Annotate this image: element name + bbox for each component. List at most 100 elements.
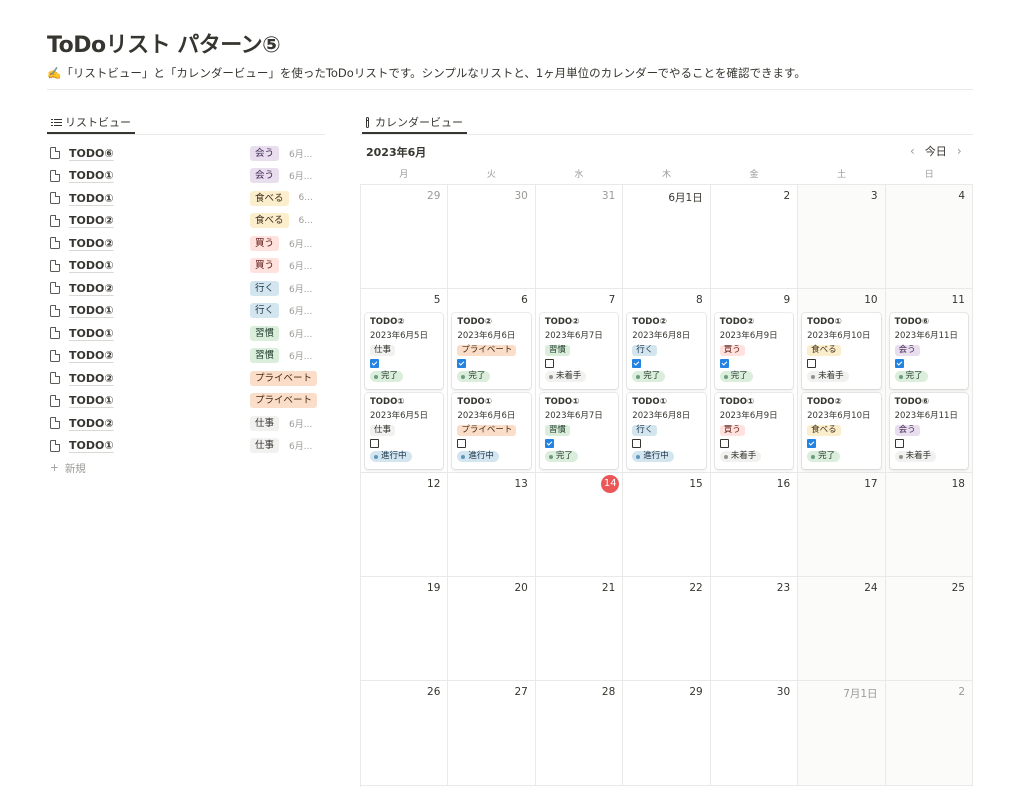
calendar-day-cell[interactable]: 17	[798, 473, 886, 577]
calendar-card[interactable]: TODO① 2023年6月10日 食べる 未着手	[802, 313, 881, 389]
checkbox[interactable]	[370, 359, 379, 368]
list-item-title[interactable]: TODO①	[69, 394, 114, 407]
calendar-day-cell[interactable]: 2	[885, 681, 973, 786]
checkbox[interactable]	[632, 359, 642, 368]
list-item-title[interactable]: TODO①	[69, 327, 114, 340]
calendar-day-cell[interactable]: 6月1日	[623, 185, 711, 289]
chevron-right-icon[interactable]: ›	[957, 144, 962, 158]
list-item-title[interactable]: TODO②	[69, 372, 114, 385]
calendar-card[interactable]: TODO② 2023年6月10日 食べる 完了	[802, 393, 881, 469]
calendar-day-cell[interactable]: 9 TODO② 2023年6月9日 買う 完了 TODO① 2023年6月9日 買う 未着手	[710, 289, 799, 473]
list-item[interactable]: TODO① プライベート	[47, 390, 325, 413]
calendar-day-cell[interactable]: 13	[448, 473, 536, 577]
list-item-title[interactable]: TODO①	[69, 169, 114, 182]
calendar-day-cell[interactable]: 7 TODO② 2023年6月7日 習慣 未着手 TODO① 2023年6月7日 習慣 完了	[535, 289, 624, 473]
checkbox[interactable]	[632, 439, 642, 448]
list-item-title[interactable]: TODO②	[69, 417, 114, 430]
calendar-day-cell[interactable]: 30	[448, 185, 536, 289]
calendar-day-cell[interactable]: 24	[798, 577, 886, 681]
calendar-day-cell[interactable]: 8 TODO② 2023年6月8日 行く 完了 TODO① 2023年6月8日 行く 進行中	[623, 289, 711, 473]
list-item[interactable]: TODO② 習慣 6月...	[47, 345, 325, 368]
tab-list-view[interactable]: リストビュー	[47, 112, 135, 134]
list-item[interactable]: TODO② プライベート	[47, 367, 325, 390]
calendar-card[interactable]: TODO⑥ 2023年6月11日 会う 完了	[889, 313, 968, 389]
calendar-day-cell[interactable]: 5 TODO② 2023年6月5日 仕事 完了 TODO① 2023年6月5日 仕事 進行中	[361, 289, 449, 473]
calendar-day-cell[interactable]: 19	[361, 577, 449, 681]
tag-badge: 仕事	[250, 415, 280, 431]
calendar-day-cell[interactable]: 30	[710, 681, 799, 786]
calendar-day-cell[interactable]: 29	[623, 681, 711, 786]
calendar-day-cell[interactable]: 26	[361, 681, 449, 786]
calendar-day-cell[interactable]: 16	[710, 473, 799, 577]
calendar-card[interactable]: TODO② 2023年6月9日 買う 完了	[714, 313, 794, 389]
calendar-day-cell[interactable]: 29	[361, 185, 449, 289]
calendar-card[interactable]: TODO② 2023年6月8日 行く 完了	[627, 313, 706, 389]
calendar-day-cell[interactable]: 18	[885, 473, 973, 577]
today-button[interactable]: 今日	[925, 143, 947, 159]
calendar-card[interactable]: TODO⑥ 2023年6月11日 会う 未着手	[889, 393, 968, 469]
list-item-title[interactable]: TODO⑥	[69, 147, 114, 160]
calendar-card[interactable]: TODO① 2023年6月5日 仕事 進行中	[365, 393, 444, 469]
calendar-card[interactable]: TODO① 2023年6月6日 プライベート 進行中	[452, 393, 531, 469]
list-item-title[interactable]: TODO②	[69, 237, 114, 250]
list-item[interactable]: TODO① 買う 6月...	[47, 255, 325, 278]
checkbox[interactable]	[807, 359, 817, 368]
list-item-title[interactable]: TODO①	[69, 259, 114, 272]
calendar-day-cell[interactable]: 21	[535, 577, 624, 681]
calendar-day-cell[interactable]: 23	[710, 577, 799, 681]
calendar-card[interactable]: TODO① 2023年6月7日 習慣 完了	[539, 393, 619, 469]
calendar-day-cell[interactable]: 11 TODO⑥ 2023年6月11日 会う 完了 TODO⑥ 2023年6月11日 会う 未着…	[885, 289, 973, 473]
list-item[interactable]: TODO② 買う 6月...	[47, 232, 325, 255]
new-item-button[interactable]: + 新規	[47, 457, 325, 479]
chevron-left-icon[interactable]: ‹	[910, 144, 915, 158]
list-item[interactable]: TODO① 仕事 6月...	[47, 435, 325, 458]
calendar-day-cell[interactable]: 3	[798, 185, 886, 289]
list-item[interactable]: TODO① 行く 6月...	[47, 300, 325, 323]
calendar-card[interactable]: TODO② 2023年6月7日 習慣 未着手	[539, 313, 619, 389]
calendar-day-cell[interactable]: 25	[885, 577, 973, 681]
checkbox[interactable]	[719, 359, 729, 368]
calendar-day-cell[interactable]: 4	[885, 185, 973, 289]
checkbox[interactable]	[894, 439, 904, 448]
list-item[interactable]: TODO② 食べる 6...	[47, 210, 325, 233]
list-item[interactable]: TODO① 習慣 6月...	[47, 322, 325, 345]
calendar-day-cell[interactable]: 27	[448, 681, 536, 786]
checkbox[interactable]	[544, 359, 554, 368]
list-item[interactable]: TODO② 仕事 6月...	[47, 412, 325, 435]
list-item[interactable]: TODO① 食べる 6...	[47, 187, 325, 210]
checkbox[interactable]	[807, 439, 817, 448]
calendar-day-cell[interactable]: 31	[535, 185, 624, 289]
checkbox[interactable]	[457, 359, 467, 368]
list-item-title[interactable]: TODO①	[69, 192, 114, 205]
list-item-title[interactable]: TODO②	[69, 214, 114, 227]
calendar-day-cell[interactable]: 10 TODO① 2023年6月10日 食べる 未着手 TODO② 2023年6月10日 食べ…	[798, 289, 886, 473]
calendar-card[interactable]: TODO② 2023年6月5日 仕事 完了	[365, 313, 444, 389]
calendar-day-cell[interactable]: 28	[535, 681, 624, 786]
calendar-day-cell[interactable]: 20	[448, 577, 536, 681]
calendar-day-cell[interactable]: 15	[623, 473, 711, 577]
calendar-day-cell[interactable]: 14	[535, 473, 624, 577]
calendar-card[interactable]: TODO② 2023年6月6日 プライベート 完了	[452, 313, 531, 389]
list-item-title[interactable]: TODO①	[69, 439, 114, 452]
list-item-title[interactable]: TODO②	[69, 349, 114, 362]
checkbox[interactable]	[544, 439, 554, 448]
tag-badge: 会う	[250, 168, 280, 184]
list-item-title[interactable]: TODO①	[69, 304, 114, 317]
calendar-card[interactable]: TODO① 2023年6月9日 買う 未着手	[714, 393, 794, 469]
checkbox[interactable]	[894, 359, 904, 368]
checkbox[interactable]	[719, 439, 729, 448]
list-item[interactable]: TODO① 会う 6月...	[47, 165, 325, 188]
calendar-day-cell[interactable]: 7月1日	[798, 681, 886, 786]
list-item[interactable]: TODO② 行く 6月...	[47, 277, 325, 300]
calendar-card[interactable]: TODO① 2023年6月8日 行く 進行中	[627, 393, 706, 469]
day-cards: TODO① 2023年6月10日 食べる 未着手 TODO② 2023年6月10日 食べる完…	[802, 313, 881, 469]
checkbox[interactable]	[457, 439, 467, 448]
calendar-day-cell[interactable]: 22	[623, 577, 711, 681]
checkbox[interactable]	[370, 439, 379, 448]
tab-calendar-view[interactable]: カレンダービュー	[362, 112, 467, 134]
calendar-day-cell[interactable]: 2	[710, 185, 799, 289]
calendar-day-cell[interactable]: 6 TODO② 2023年6月6日 プライベート 完了 TODO① 2023年6月6日 プライ…	[448, 289, 536, 473]
list-item-title[interactable]: TODO②	[69, 282, 114, 295]
calendar-day-cell[interactable]: 12	[361, 473, 449, 577]
list-item[interactable]: TODO⑥ 会う 6月...	[47, 142, 325, 165]
